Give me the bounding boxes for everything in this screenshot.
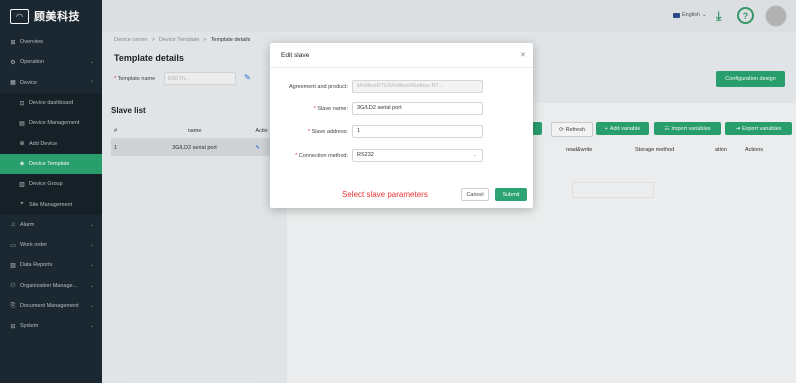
slave-address-label: * Slave address: [307,129,348,135]
agreement-label: Agreement and product: [288,84,348,90]
submit-button[interactable]: Submit [495,188,527,201]
chevron-down-icon: ⌄ [472,152,477,158]
slave-address-input[interactable]: 1 [352,125,483,138]
connection-method-value: RS232 [357,152,374,158]
connection-method-label: * Connection method: [295,153,348,159]
edit-slave-modal: Edit slave ✕ Agreement and product: Modb… [270,43,533,208]
modal-title: Edit slave [281,52,310,59]
slave-name-input[interactable]: 3G/LD2 serial port [352,102,483,115]
slave-name-label: * Slave name: [313,106,348,112]
cancel-button[interactable]: Cancel [461,188,489,201]
connection-method-select[interactable]: RS232 ⌄ [352,149,483,162]
annotation-hint: Select slave parameters [342,190,428,199]
agreement-field: ModbusRTU/Modbus/Modbus RT... [352,80,483,93]
close-icon[interactable]: ✕ [520,51,526,59]
modal-divider [270,67,533,68]
